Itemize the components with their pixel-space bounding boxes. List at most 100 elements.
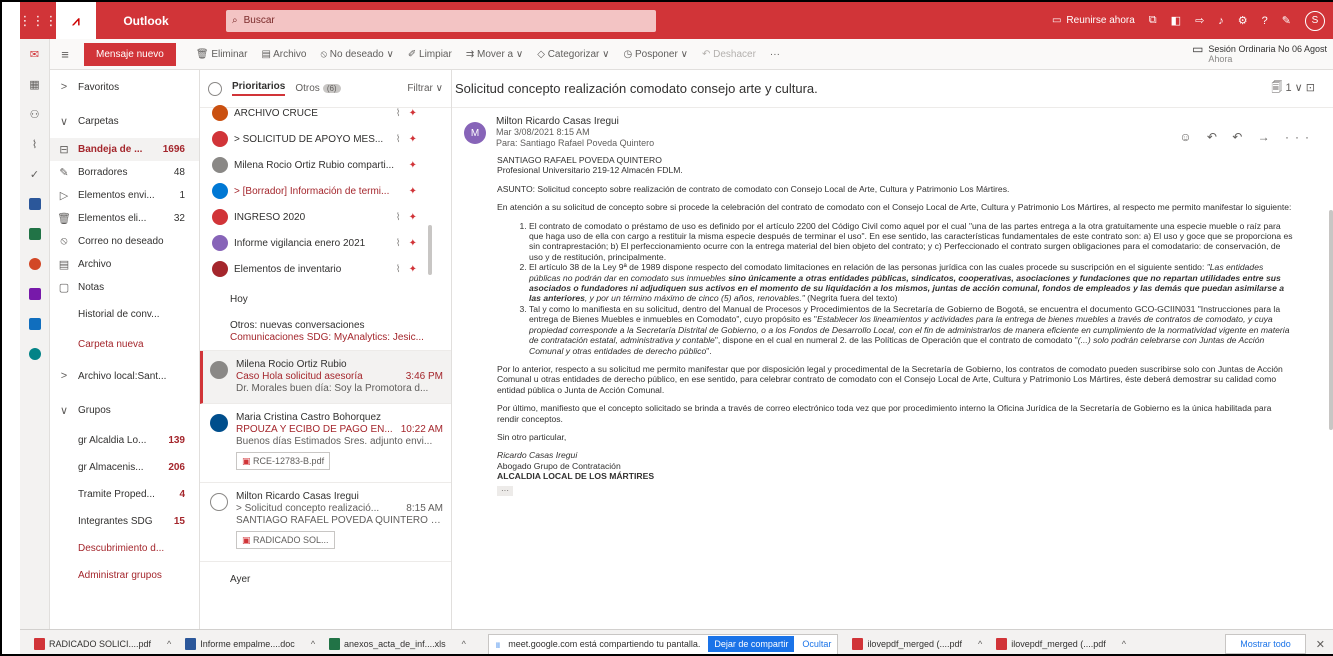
bell-icon[interactable]: ♪ [1218, 15, 1224, 27]
other-inbox-notice[interactable]: Otros: nuevas conversaciones Comunicacio… [200, 314, 451, 351]
sharepoint-icon[interactable] [20, 339, 49, 369]
local-archive-header[interactable]: > Archivo local:Sant... [50, 359, 199, 393]
sender-name[interactable]: Milton Ricardo Casas Iregui [496, 116, 654, 127]
avatar[interactable]: S [1305, 10, 1325, 31]
group-item[interactable]: Integrantes SDG 15 [50, 508, 199, 535]
hide-button[interactable]: Ocultar [802, 639, 831, 649]
list-item[interactable]: Elementos de inventario ⌇ ✦ [200, 256, 451, 282]
chevron-up-icon[interactable]: ^ [311, 639, 315, 649]
pin-icon[interactable]: ✦ [409, 186, 417, 197]
gear-icon[interactable]: ⚙ [1238, 14, 1248, 27]
meeting-reminder[interactable]: ▭ Sesión Ordinaria No 06 Agost Ahora [1192, 43, 1333, 64]
discover-groups-link[interactable]: Descubrimiento d... [50, 535, 199, 562]
pin-icon[interactable]: ✦ [409, 108, 417, 119]
stop-sharing-button[interactable]: Dejar de compartir [708, 636, 795, 652]
folder-junk[interactable]: ⦸ Correo no deseado [50, 230, 199, 253]
close-icon[interactable]: ✕ [1316, 638, 1325, 651]
pin-icon[interactable]: ✦ [409, 160, 417, 171]
list-item[interactable]: > SOLICITUD DE APOYO MES... ⌇ ✦ [200, 126, 451, 152]
list-item[interactable]: ARCHIVO CRUCE ⌇ ✦ [200, 100, 451, 126]
hamburger-icon[interactable]: ≡ [50, 47, 80, 62]
teams-icon[interactable]: ⧉ [1149, 14, 1157, 27]
feedback-icon[interactable]: ⇨ [1195, 14, 1204, 27]
tab-other[interactable]: Otros (6) [295, 83, 341, 94]
people-icon[interactable]: ⚇ [20, 99, 49, 129]
manage-groups-link[interactable]: Administrar grupos [50, 562, 199, 589]
excel-icon[interactable] [20, 219, 49, 249]
new-mail-button[interactable]: Mensaje nuevo [84, 42, 176, 66]
search-box[interactable]: ⌕ Buscar [226, 9, 656, 32]
categorize-button[interactable]: ◇ Categorizar ∨ [537, 49, 609, 60]
chevron-up-icon[interactable]: ^ [462, 639, 466, 649]
meet-now-button[interactable]: ▭ Reunirse ahora [1052, 15, 1135, 26]
pin-icon[interactable]: ✦ [409, 212, 417, 223]
list-item[interactable]: Informe vigilancia enero 2021 ⌇ ✦ [200, 230, 451, 256]
sweep-button[interactable]: ✐ Limpiar [408, 49, 452, 60]
group-item[interactable]: gr Alcaldia Lo... 139 [50, 427, 199, 454]
yammer-icon[interactable] [20, 309, 49, 339]
select-all-checkbox[interactable] [208, 81, 222, 96]
app-launcher-icon[interactable]: ⋮⋮⋮ [19, 2, 58, 39]
archive-button[interactable]: ▤ Archivo [261, 49, 306, 60]
list-scrollbar[interactable] [428, 225, 432, 275]
junk-button[interactable]: ⦸ No deseado ∨ [320, 49, 393, 60]
tab-focused[interactable]: Prioritarios [232, 81, 286, 96]
attachment-chip[interactable]: ▣ RCE-12783-B.pdf [236, 452, 331, 470]
chevron-up-icon[interactable]: ^ [1122, 639, 1126, 649]
app-name[interactable]: Outlook [96, 14, 196, 28]
show-more-button[interactable]: ··· [497, 485, 513, 496]
download-item[interactable]: ilovepdf_merged (....pdf ^ [996, 638, 1126, 650]
folder-deleted[interactable]: 🗑 Elementos eli... 32 [50, 207, 199, 230]
list-item[interactable]: > [Borrador] Información de termi... ✦ [200, 178, 451, 204]
folder-archive[interactable]: ▤ Archivo [50, 253, 199, 276]
radio-circle-icon[interactable] [210, 493, 228, 511]
group-item[interactable]: gr Almacenis... 206 [50, 454, 199, 481]
chevron-up-icon[interactable]: ^ [978, 639, 982, 649]
favorites-header[interactable]: > Favoritos [50, 70, 199, 104]
word-icon[interactable] [20, 189, 49, 219]
folder-drafts[interactable]: ✎ Borradores 48 [50, 161, 199, 184]
folders-header[interactable]: ∨ Carpetas [50, 104, 199, 138]
help-icon[interactable]: ? [1262, 15, 1268, 27]
snooze-button[interactable]: ◷ Posponer ∨ [624, 49, 688, 60]
pin-icon[interactable]: ✦ [409, 238, 417, 249]
message-card[interactable]: Milton Ricardo Casas Iregui > Solicitud … [200, 483, 451, 562]
message-card[interactable]: Milena Rocio Ortiz Rubio Caso Hola solic… [200, 351, 451, 404]
message-card[interactable]: Maria Cristina Castro Bohorquez RPOUZA Y… [200, 404, 451, 483]
pin-icon[interactable]: ✦ [409, 264, 417, 275]
chevron-up-icon[interactable]: ^ [167, 639, 171, 649]
todo-icon[interactable]: ✓ [20, 159, 49, 189]
calendar-icon[interactable]: ▦ [20, 69, 49, 99]
reading-tools[interactable]: 🗐 1 ∨ ⊡ [1271, 79, 1333, 98]
onenote-app-icon[interactable] [20, 279, 49, 309]
attachment-icon[interactable]: ⌇ [20, 129, 49, 159]
download-item[interactable]: anexos_acta_de_inf....xls ^ [329, 638, 466, 650]
mail-icon[interactable]: ✉ [20, 39, 49, 69]
download-item[interactable]: ilovepdf_merged (....pdf ^ [852, 638, 982, 650]
reading-scrollbar[interactable] [1329, 210, 1333, 430]
delete-button[interactable]: 🗑 Eliminar [196, 49, 248, 60]
show-all-button[interactable]: Mostrar todo [1225, 634, 1306, 654]
pin-icon[interactable]: ✦ [409, 134, 417, 145]
folder-inbox[interactable]: ⊟ Bandeja de ... 1696 [50, 138, 199, 161]
list-item[interactable]: Milena Rocio Ortiz Rubio comparti... ✦ [200, 152, 451, 178]
groups-header[interactable]: ∨ Grupos [50, 393, 199, 427]
group-item[interactable]: Tramite Proped... 4 [50, 481, 199, 508]
message-actions[interactable]: ☺ ↶ ↶ → ··· [1179, 130, 1315, 144]
powerpoint-icon[interactable] [20, 249, 49, 279]
download-item[interactable]: RADICADO SOLICI....pdf ^ [34, 638, 171, 650]
filter-button[interactable]: Filtrar ∨ [407, 83, 443, 94]
folder-sent[interactable]: ▷ Elementos envi... 1 [50, 184, 199, 207]
avatar[interactable]: M [464, 122, 486, 144]
onenote-icon[interactable]: ◧ [1171, 14, 1181, 27]
folder-conversation-history[interactable]: Historial de conv... [50, 299, 199, 329]
list-item[interactable]: INGRESO 2020 ⌇ ✦ [200, 204, 451, 230]
folder-notes[interactable]: ▢ Notas [50, 276, 199, 299]
download-item[interactable]: Informe empalme....doc ^ [185, 638, 315, 650]
more-commands-button[interactable]: ··· [770, 49, 780, 60]
folder-new[interactable]: Carpeta nueva [50, 329, 199, 359]
attachment-chip[interactable]: ▣ RADICADO SOL... [236, 531, 335, 549]
move-to-button[interactable]: ⇉ Mover a ∨ [466, 49, 523, 60]
undo-button[interactable]: ↶ Deshacer [702, 49, 756, 60]
megaphone-icon[interactable]: ✎ [1282, 14, 1291, 27]
